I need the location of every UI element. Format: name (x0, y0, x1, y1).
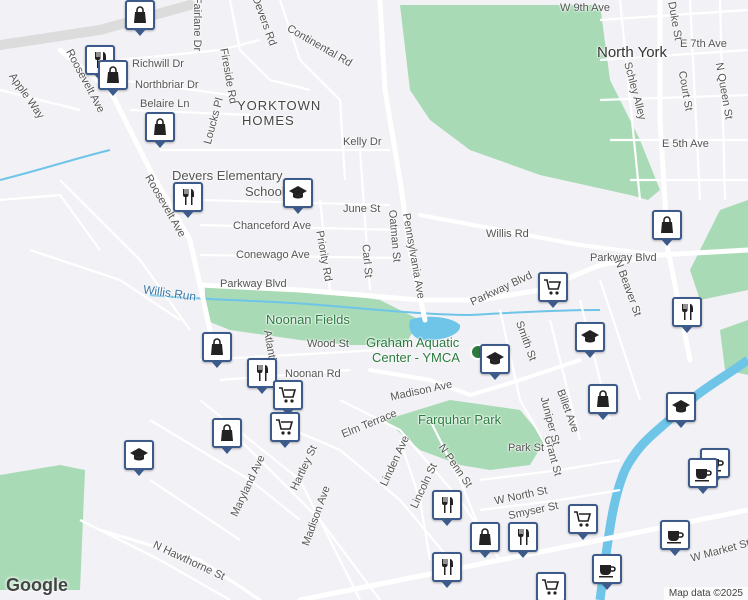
restaurant-pin[interactable] (173, 182, 203, 218)
fork-knife-icon (183, 189, 194, 205)
shopping-pin[interactable] (588, 384, 618, 420)
noonan-fields-label: Noonan Fields (266, 312, 350, 327)
shopping-pin[interactable] (470, 522, 500, 558)
park-southwest (0, 465, 85, 590)
shopping-bag-icon (661, 216, 673, 233)
highway-north (0, 0, 195, 50)
map-data-attribution[interactable]: Map data ©2025 (663, 587, 748, 600)
grocery-pin[interactable] (568, 504, 598, 540)
shopping-bag-icon (107, 66, 119, 83)
center-ymca-label: Center - YMCA (372, 350, 460, 365)
belaire-ln-label: Belaire Ln (140, 98, 190, 110)
google-logo: Google (6, 575, 68, 595)
shopping-bag-icon (211, 338, 223, 355)
shopping-pin[interactable] (652, 210, 682, 246)
restaurant-pin[interactable] (508, 522, 538, 558)
graduation-cap-icon (289, 186, 307, 199)
shopping-pin[interactable] (125, 0, 155, 36)
grocery-pin[interactable] (536, 572, 566, 600)
school-pin[interactable] (480, 344, 510, 380)
shopping-pin[interactable] (98, 60, 128, 96)
e-7th-ave-label: E 7th Ave (680, 38, 727, 50)
shopping-pin[interactable] (212, 418, 242, 454)
shopping-cart-icon (279, 387, 297, 403)
shopping-pin[interactable] (202, 332, 232, 368)
shopping-cart-icon (544, 279, 562, 295)
fairlane-dr-label: Fairlane Dr (191, 0, 204, 52)
school-pin[interactable] (124, 440, 154, 476)
june-st-label: June St (343, 203, 381, 215)
graduation-cap-icon (581, 330, 599, 343)
shopping-pin[interactable] (145, 112, 175, 148)
shopping-cart-icon (574, 511, 592, 527)
homes-label: HOMES (242, 113, 295, 128)
restaurant-pin[interactable] (672, 297, 702, 333)
shopping-bag-icon (221, 424, 233, 441)
fork-knife-icon (682, 304, 693, 320)
grocery-pin[interactable] (270, 412, 300, 448)
cafe-pin[interactable] (660, 520, 690, 556)
w-9th-ave-label: W 9th Ave (560, 2, 610, 14)
graham-aquatic-label: Graham Aquatic (366, 335, 460, 350)
restaurant-pin[interactable] (432, 490, 462, 526)
willis-rd-road (418, 213, 662, 257)
shopping-bag-icon (479, 528, 491, 545)
fork-knife-icon (442, 497, 453, 513)
richwill-dr-label: Richwill Dr (132, 58, 184, 70)
north-york-label: North York (597, 44, 668, 61)
coffee-cup-icon (695, 469, 712, 482)
yorktown-label: YORKTOWN (237, 98, 322, 113)
stream-west (0, 149, 111, 181)
coffee-cup-icon (599, 565, 616, 578)
e-5th-ave-label: E 5th Ave (662, 138, 709, 150)
northbriar-dr-label: Northbriar Dr (135, 79, 199, 91)
grocery-pin[interactable] (273, 380, 303, 416)
school-pin[interactable] (575, 322, 605, 358)
fork-knife-icon (518, 529, 529, 545)
park-st-label: Park St (508, 442, 545, 454)
graduation-cap-icon (130, 448, 148, 461)
shopping-cart-icon (276, 419, 294, 435)
shopping-bag-icon (154, 118, 166, 135)
coffee-cup-icon (667, 531, 684, 544)
conewago-ave-label: Conewago Ave (236, 249, 310, 261)
restaurant-pin[interactable] (432, 552, 462, 588)
grocery-pin[interactable] (538, 272, 568, 308)
kelly-dr-label: Kelly Dr (343, 136, 382, 148)
map-canvas[interactable]: YORKTOWN HOMES North York Roosevelt Ave … (0, 0, 748, 600)
chanceford-ave-label: Chanceford Ave (233, 220, 312, 232)
willis-rd-label: Willis Rd (486, 228, 529, 240)
school-label: School (245, 184, 285, 199)
farquhar-park-label: Farquhar Park (418, 412, 502, 427)
devers-elementary-label: Devers Elementary (172, 168, 283, 183)
cafe-pin[interactable] (592, 554, 622, 590)
graduation-cap-icon (672, 400, 690, 413)
shopping-bag-icon (134, 6, 146, 23)
shopping-bag-icon (597, 390, 609, 407)
cafe-pin[interactable] (688, 458, 718, 494)
parkway-blvd-label-1: Parkway Blvd (220, 278, 287, 290)
wood-st-label: Wood St (307, 338, 349, 350)
n-hawthorne-road (98, 528, 262, 600)
graduation-cap-icon (486, 352, 504, 365)
fork-knife-icon (257, 365, 268, 381)
shopping-cart-icon (542, 579, 560, 595)
noonan-rd-label: Noonan Rd (285, 368, 341, 380)
school-pin[interactable] (283, 178, 313, 214)
park-farquhar (385, 400, 545, 470)
fork-knife-icon (442, 559, 453, 575)
park-north-york (400, 5, 660, 200)
school-pin[interactable] (666, 392, 696, 428)
